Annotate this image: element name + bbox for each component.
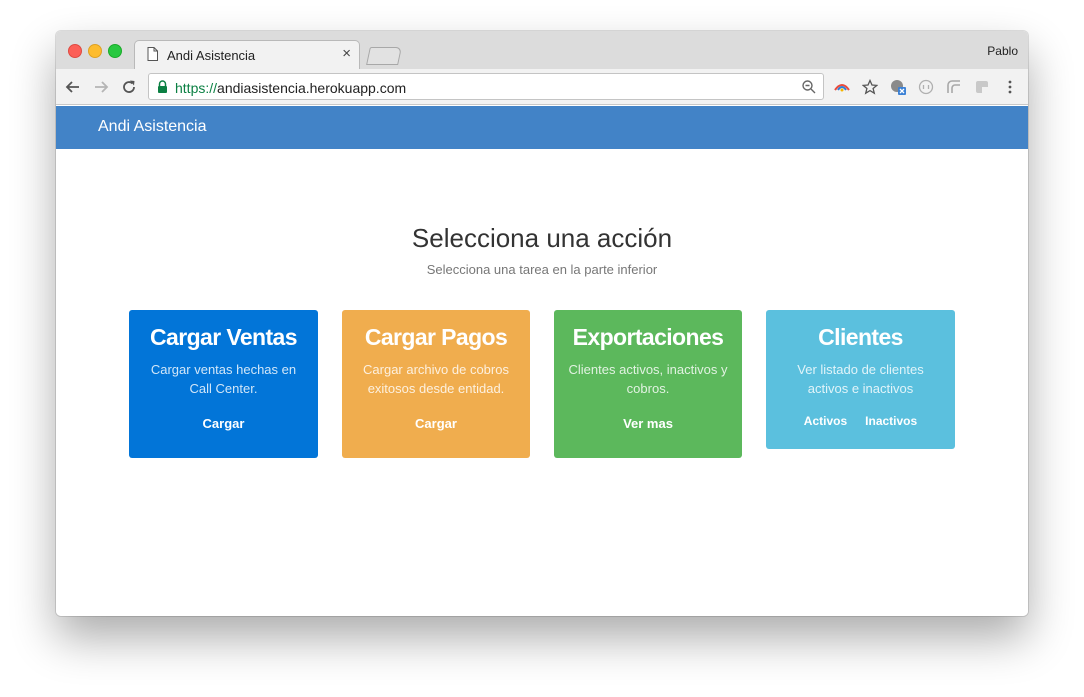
browser-toolbar: https://andiasistencia.herokuapp.com — [56, 69, 1028, 105]
extension-icon[interactable] — [918, 79, 934, 95]
page-content: Selecciona una acción Selecciona una tar… — [56, 149, 1028, 616]
new-tab-button[interactable] — [366, 47, 402, 65]
card-description: Clientes activos, inactivos y cobros. — [568, 362, 728, 396]
card-title: Cargar Ventas — [150, 324, 297, 350]
tab-title: Andi Asistencia — [167, 48, 256, 63]
cargar-ventas-link[interactable]: Cargar — [129, 416, 318, 431]
browser-tab[interactable]: Andi Asistencia × — [134, 40, 360, 69]
minimize-window-button[interactable] — [88, 44, 102, 58]
forward-arrow-icon[interactable] — [92, 78, 110, 96]
card-cargar-ventas: Cargar Ventas Cargar ventas hechas en Ca… — [129, 310, 318, 458]
close-window-button[interactable] — [68, 44, 82, 58]
card-title: Exportaciones — [572, 324, 724, 350]
clientes-links: Activos Inactivos — [766, 414, 955, 428]
maximize-window-button[interactable] — [108, 44, 122, 58]
card-title: Clientes — [818, 324, 903, 350]
close-icon[interactable]: × — [342, 46, 351, 62]
zoom-icon[interactable] — [801, 79, 817, 95]
reload-icon[interactable] — [120, 78, 138, 96]
page-icon — [147, 47, 158, 61]
menu-icon[interactable] — [1002, 79, 1018, 95]
profile-name[interactable]: Pablo — [987, 44, 1018, 58]
url-text: https://andiasistencia.herokuapp.com — [175, 80, 406, 96]
card-description: Cargar archivo de cobros exitosos desde … — [363, 362, 509, 396]
card-title: Cargar Pagos — [364, 324, 508, 350]
page-subtitle: Selecciona una tarea en la parte inferio… — [426, 262, 658, 277]
star-icon[interactable] — [862, 79, 878, 95]
page-title: Selecciona una acción — [411, 223, 673, 253]
address-bar[interactable]: https://andiasistencia.herokuapp.com — [148, 73, 824, 100]
back-arrow-icon[interactable] — [64, 78, 82, 96]
card-exportaciones: Exportaciones Clientes activos, inactivo… — [554, 310, 742, 458]
cargar-pagos-link[interactable]: Cargar — [342, 416, 530, 431]
url-scheme: https:// — [175, 80, 218, 96]
card-description: Ver listado de clientes activos e inacti… — [797, 362, 924, 396]
card-cargar-pagos: Cargar Pagos Cargar archivo de cobros ex… — [342, 310, 530, 458]
navbar-brand[interactable]: Andi Asistencia — [98, 118, 207, 136]
extension-icon[interactable] — [890, 79, 906, 95]
inactivos-link[interactable]: Inactivos — [865, 414, 917, 428]
extension-icon[interactable] — [946, 79, 962, 95]
ver-mas-link[interactable]: Ver mas — [554, 416, 742, 431]
tab-strip: Andi Asistencia × Pablo — [56, 31, 1028, 69]
lock-icon — [158, 80, 167, 93]
extension-icon[interactable] — [834, 79, 850, 95]
browser-window: Andi Asistencia × Pablo https://andiasis… — [56, 31, 1028, 616]
url-host: andiasistencia.herokuapp.com — [217, 80, 407, 96]
card-description: Cargar ventas hechas en Call Center. — [150, 362, 297, 396]
card-clientes: Clientes Ver listado de clientes activos… — [766, 310, 955, 449]
navbar: Andi Asistencia — [56, 106, 1028, 149]
activos-link[interactable]: Activos — [804, 414, 847, 428]
extension-icon[interactable] — [974, 79, 990, 95]
